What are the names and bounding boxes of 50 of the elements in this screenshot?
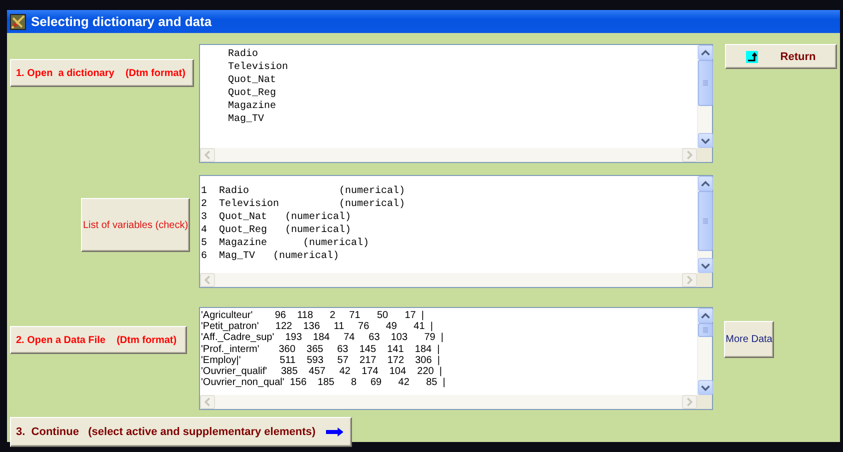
scroll-down-button[interactable] xyxy=(698,258,713,273)
grip-icon xyxy=(701,218,710,224)
variable-entry: 6 Mag_TV (numerical) xyxy=(201,250,340,263)
scroll-up-button[interactable] xyxy=(698,45,713,60)
dictionary-entry: Quot_Reg xyxy=(228,87,276,100)
continue-button[interactable]: 3. Continue (select active and supplementary elements) xyxy=(10,417,352,447)
grip-icon xyxy=(701,327,710,333)
variable-entry: 4 Quot_Reg (numerical) xyxy=(201,224,352,237)
data-row: 'Prof._interm' 360 365 63 145 141 184 | xyxy=(201,344,440,355)
grip-icon xyxy=(701,80,710,86)
dictionary-entry: Quot_Nat xyxy=(228,74,276,87)
scrollbar-corner xyxy=(697,273,712,287)
data-row: 'Agriculteur' 96 118 2 71 50 17 | xyxy=(201,310,424,322)
scrollbar-thumb[interactable] xyxy=(698,60,713,106)
return-arrow-icon xyxy=(746,50,758,62)
horizontal-scrollbar[interactable] xyxy=(200,148,697,162)
data-row: 'Petit_patron' 122 136 11 76 49 41 | xyxy=(201,321,433,332)
horizontal-scrollbar[interactable] xyxy=(200,273,697,287)
data-row: 'Ouvrier_qualif' 385 457 42 174 104 220 | xyxy=(201,366,442,378)
vertical-scrollbar[interactable] xyxy=(697,308,712,395)
scroll-down-button[interactable] xyxy=(698,133,713,148)
vertical-scrollbar[interactable] xyxy=(697,45,712,148)
variable-entry: 1 Radio (numerical) xyxy=(201,185,406,198)
variable-entry: 2 Television (numerical) xyxy=(201,198,406,211)
scrollbar-thumb[interactable] xyxy=(698,191,713,251)
dictionary-entry: Magazine xyxy=(228,100,276,113)
dictionary-entry: Mag_TV xyxy=(228,113,264,126)
scrollbar-thumb[interactable] xyxy=(698,323,713,337)
data-row: 'Aff._Cadre_sup' 193 184 74 63 103 79 | xyxy=(201,332,444,344)
scrollbar-corner xyxy=(697,395,712,409)
scroll-down-button[interactable] xyxy=(698,380,713,395)
horizontal-scrollbar[interactable] xyxy=(200,395,697,409)
scroll-left-button[interactable] xyxy=(200,395,215,409)
dictionary-entry: Television xyxy=(228,61,288,74)
scrollbar-corner xyxy=(697,148,712,162)
list-variables-button[interactable]: List of variables (check) xyxy=(81,198,190,252)
variable-entry: 5 Magazine (numerical) xyxy=(201,237,370,250)
data-row: 'Employ|' 511 593 57 217 172 306 | xyxy=(201,354,440,366)
variable-entry: 3 Quot_Nat (numerical) xyxy=(201,211,352,224)
vertical-scrollbar[interactable] xyxy=(697,176,712,273)
scroll-up-button[interactable] xyxy=(698,308,713,323)
window-title: Selecting dictionary and data xyxy=(31,14,212,29)
scroll-up-button[interactable] xyxy=(698,176,713,191)
data-row: 'Ouvrier_non_qual' 156 185 8 69 42 85 | xyxy=(201,377,446,388)
dictionary-entry: Radio xyxy=(228,48,258,61)
scroll-left-button[interactable] xyxy=(200,273,215,287)
more-data-button[interactable]: More Data xyxy=(724,321,774,358)
app-icon xyxy=(10,14,26,30)
scroll-left-button[interactable] xyxy=(200,148,215,162)
return-button[interactable]: Return xyxy=(725,44,837,69)
